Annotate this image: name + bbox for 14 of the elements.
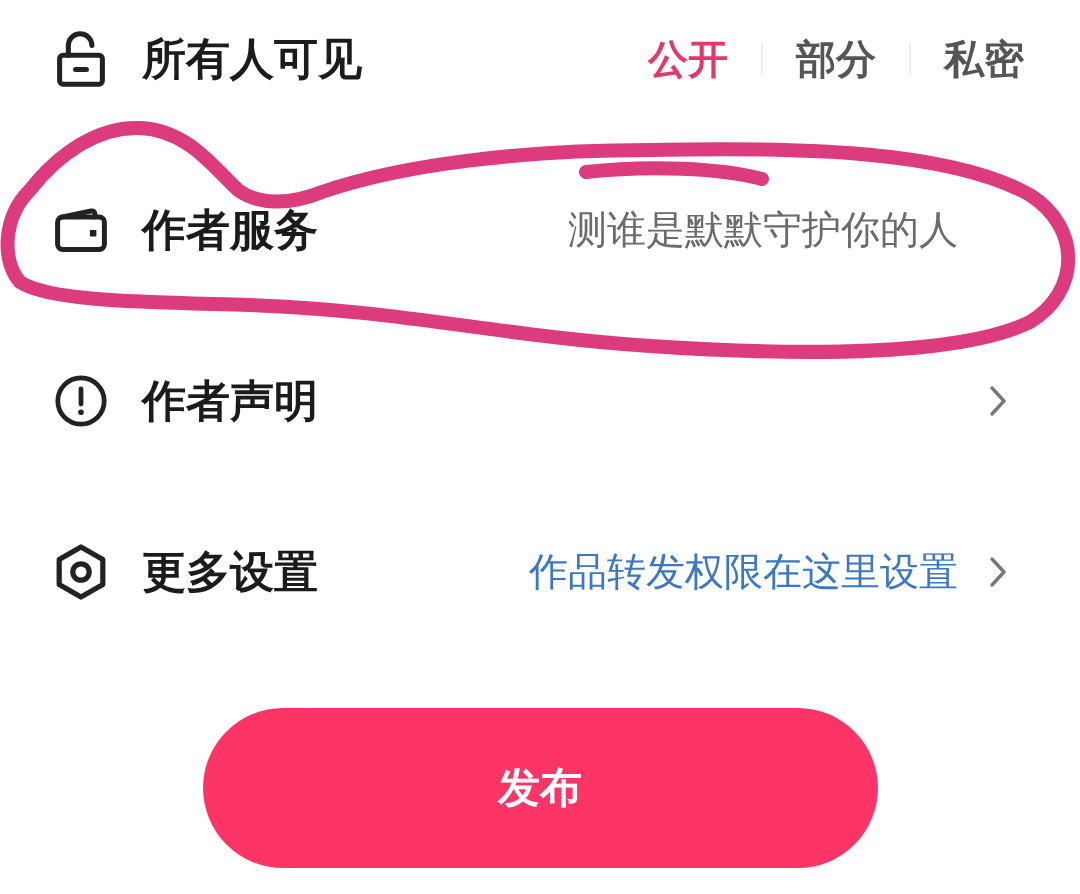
setting-label: 作者服务 — [142, 202, 318, 257]
visibility-option[interactable]: 公开 — [648, 31, 728, 87]
hexagon-icon — [56, 544, 106, 600]
setting-label: 作者声明 — [142, 373, 318, 428]
visibility-label: 所有人可见 — [142, 31, 362, 86]
wallet-icon — [55, 208, 107, 252]
settings-link[interactable]: 作品转发权限在这里设置 — [529, 545, 958, 599]
setting-label: 更多设置 — [142, 544, 318, 599]
setting-hint: 测谁是默默守护你的人 — [568, 206, 958, 254]
visibility-option[interactable]: 私密 — [944, 31, 1024, 87]
publish-button[interactable]: 发布 — [202, 708, 878, 868]
exclamation-circle-icon — [55, 375, 107, 427]
padlock-icon — [57, 31, 105, 87]
visibility-option[interactable]: 部分 — [796, 31, 876, 87]
